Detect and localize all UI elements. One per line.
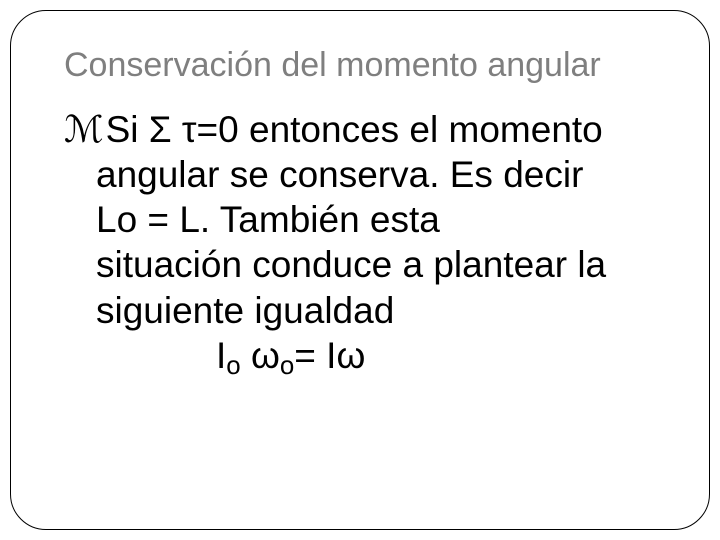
text-line-1: Si Σ τ=0 entonces el momento (106, 109, 603, 150)
text-line-3: Lo = L. También esta (96, 197, 674, 242)
eq-sub-o1: o (226, 352, 240, 380)
eq-omega1: ω (251, 335, 280, 376)
eq-omega2: ω (336, 335, 365, 376)
eq-I1: I (216, 335, 226, 376)
slide: Conservación del momento angular ℳSi Σ τ… (0, 0, 720, 540)
equation: Io ωo= Iω (96, 333, 674, 378)
body-text: ℳSi Σ τ=0 entonces el momento angular se… (64, 107, 674, 378)
bullet-line-1: ℳSi Σ τ=0 entonces el momento (64, 107, 674, 152)
slide-title: Conservación del momento angular (64, 46, 684, 85)
eq-sp1 (241, 335, 251, 376)
text-line-4: situación conduce a plantear la (96, 242, 674, 287)
bullet-icon: ℳ (64, 109, 104, 150)
text-line-5: siguiente igualdad (96, 288, 674, 333)
eq-mid: = I (294, 335, 336, 376)
text-line-2: angular se conserva. Es decir (96, 152, 674, 197)
eq-sub-o2: o (280, 352, 294, 380)
